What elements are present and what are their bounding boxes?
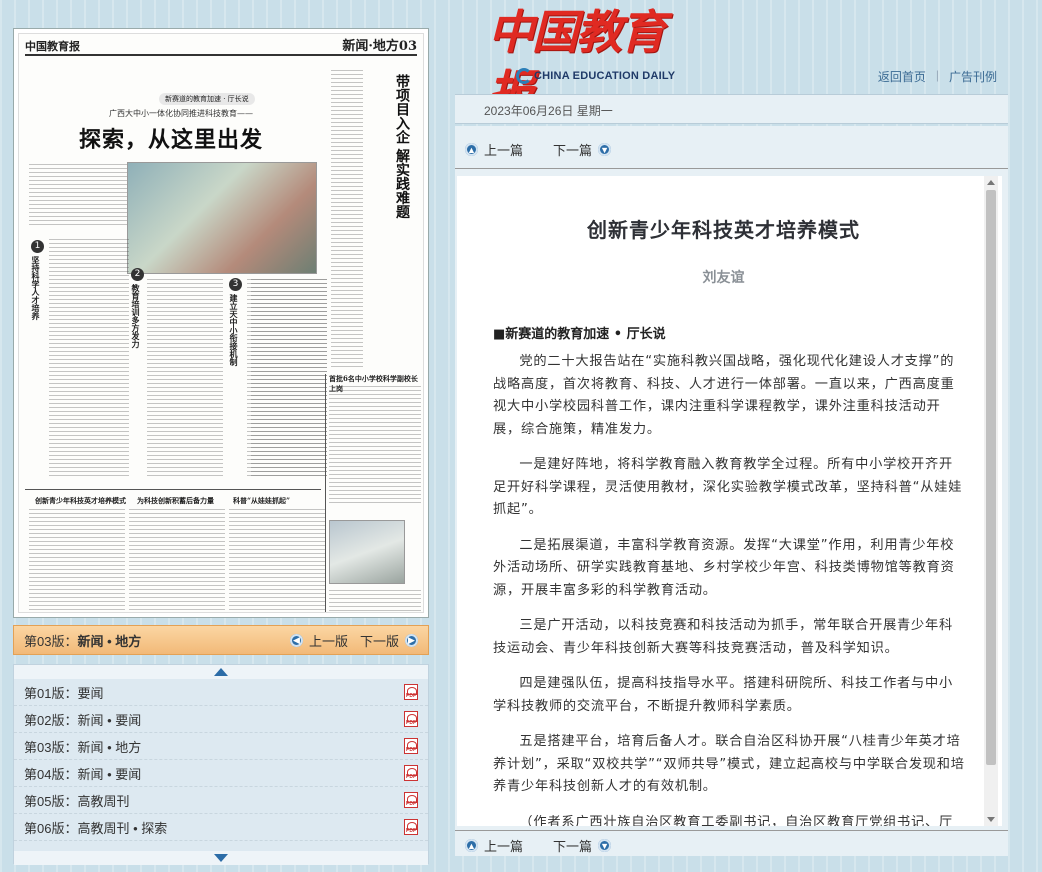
scrollbar-thumb[interactable] [986,190,996,765]
date-bar: 2023年06月26日 星期一 [455,94,1008,124]
scroll-up-arrow-icon[interactable] [987,180,995,185]
article-paragraph: （作者系广西壮族自治区教育工委副书记，自治区教育厅党组书记、厅长） [519,814,953,827]
page-list-item-label[interactable]: 第02版：新闻 • 要闻 [24,710,404,729]
scroll-down-arrow-icon[interactable] [987,817,995,822]
arrow-down-icon: ▼ [598,839,612,852]
triangle-up-icon [214,668,228,676]
paper-bottom-title-1[interactable]: 创新青少年科技英才培养模式 [35,496,126,506]
arrow-up-icon: ▲ [465,143,478,156]
article-author: 刘友谊 [702,270,745,286]
page-list-item[interactable]: 第06版：高教周刊 • 探索 PDF [14,814,428,841]
newspaper-page-thumbnail[interactable]: 中国教育报 新闻·地方03 新赛道的教育加速 · 厅长说 广西大中小一体化协同推… [13,28,429,618]
paper-side-photo [329,520,405,584]
paper-main-photo [127,162,317,274]
paper-kicker: 广西大中小一体化协同推进科技教育—— [109,109,253,118]
divider [455,168,1008,169]
article-paragraph: 四是建强队伍，提高科技指导水平。搭建科研院所、科技工作者与中小学科技教师的交流平… [493,676,953,714]
next-page-link[interactable]: 下一版 ▶ [360,631,418,650]
article-paragraph: 党的二十大报告站在“实施科教兴国战略，强化现代化建设人才支撑”的战略高度，首次将… [493,354,955,437]
page-list-item-label[interactable]: 第01版：要闻 [24,683,404,702]
page-list-item[interactable]: 第03版：新闻 • 地方 PDF [14,733,428,760]
article-nav-top: ▲ 上一篇 下一篇 ▼ [465,140,612,159]
divider [455,830,1008,831]
logo-english: CHINA EDUCATION DAILY [534,70,676,82]
newspaper-page-image[interactable]: 中国教育报 新闻·地方03 新赛道的教育加速 · 厅长说 广西大中小一体化协同推… [18,33,424,613]
page-list-item-label[interactable]: 第04版：新闻 • 要闻 [24,764,404,783]
paper-vertical-title[interactable]: 带项目入企 解实践难题 [391,74,411,219]
prev-page-link[interactable]: ◀ 上一版 [289,631,348,650]
home-link[interactable]: 返回首页 [878,68,926,85]
article-section-heading: ■新赛道的教育加速 • 厅长说 [493,327,666,342]
page-list-item-label[interactable]: 第05版：高教周刊 [24,791,404,810]
page-list-item[interactable]: 第04版：新闻 • 要闻 PDF [14,760,428,787]
masthead-logo[interactable]: 中国教育报 CHINA EDUCATION DAILY [488,2,688,119]
arrow-left-icon: ◀ [289,633,303,647]
prev-article-link[interactable]: ▲ 上一篇 [465,140,523,159]
paper-bottom-title-3[interactable]: 科普“从娃娃抓起” [233,496,290,506]
next-article-link[interactable]: 下一篇 ▼ [553,140,612,159]
paper-tag: 新赛道的教育加速 · 厅长说 [159,93,255,105]
pdf-icon[interactable]: PDF [404,738,418,754]
page-list-item-label[interactable]: 第03版：新闻 • 地方 [24,737,404,756]
arrow-up-icon: ▲ [465,839,478,852]
next-article-link-bottom[interactable]: 下一篇 ▼ [553,836,612,855]
pdf-icon[interactable]: PDF [404,765,418,781]
pdf-icon[interactable]: PDF [404,792,418,808]
page-list-item[interactable]: 第02版：新闻 • 要闻 PDF [14,706,428,733]
arrow-right-icon: ▶ [405,633,418,647]
article-nav-bottom: ▲ 上一篇 下一篇 ▼ [465,836,612,855]
article-title: 创新青少年科技英才培养模式 [587,218,860,242]
page-nav-bar: 第03版：新闻 • 地方 ◀ 上一版 下一版 ▶ [13,625,429,655]
page-list: 第01版：要闻 PDF 第02版：新闻 • 要闻 PDF 第03版：新闻 • 地方 PDF… [14,679,428,851]
article-scrollbar[interactable] [984,176,998,826]
article-box: 创新青少年科技英才培养模式 刘友谊 ■新赛道的教育加速 • 厅长说 党的二十大报… [457,176,1002,826]
page-list-scroll-down[interactable] [14,851,428,865]
pdf-icon[interactable]: PDF [404,684,418,700]
paper-headline[interactable]: 探索，从这里出发 [79,122,263,154]
article-content: 创新青少年科技英才培养模式 刘友谊 ■新赛道的教育加速 • 厅长说 党的二十大报… [457,176,982,826]
article-paragraph: 五是搭建平台，培育后备人才。联合自治区科协开展“八桂青少年英才培养计划”，采取“… [493,734,965,794]
page-list-item[interactable]: 第01版：要闻 PDF [14,679,428,706]
article-paragraph: 一是建好阵地，将科学教育融入教育教学全过程。所有中小学校开齐开足开好科学课程，灵… [493,457,963,517]
arrow-down-icon: ▼ [598,143,612,156]
page-list-item-label[interactable]: 第06版：高教周刊 • 探索 [24,818,404,837]
current-page-label: 第03版：新闻 • 地方 [24,633,142,649]
top-links: 返回首页 | 广告刊例 [877,68,997,85]
page-list-scroll-up[interactable] [14,665,428,679]
paper-section-label: 新闻·地方03 [342,39,417,54]
page-list-panel: 第01版：要闻 PDF 第02版：新闻 • 要闻 PDF 第03版：新闻 • 地方 PDF… [13,664,429,865]
article-paragraph: 三是广开活动，以科技竞赛和科技活动为抓手，常年联合开展青少年科技运动会、青少年科… [493,618,953,656]
pdf-icon[interactable]: PDF [404,819,418,835]
globe-logo-icon [516,68,532,84]
paper-header: 中国教育报 新闻·地方03 [25,38,417,56]
article-body: 党的二十大报告站在“实施科教兴国战略，强化现代化建设人才支撑”的战略高度，首次将… [493,351,966,826]
page-list-item[interactable]: 第05版：高教周刊 PDF [14,787,428,814]
triangle-down-icon [214,854,228,862]
date-text: 2023年06月26日 星期一 [484,104,613,118]
prev-article-link-bottom[interactable]: ▲ 上一篇 [465,836,523,855]
article-paragraph: 二是拓展渠道，丰富科学教育资源。发挥“大课堂”作用，利用青少年校外活动场所、研学… [493,537,955,598]
article-panel: ▲ 上一篇 下一篇 ▼ 创新青少年科技英才培养模式 刘友谊 ■新赛道的教育加速 • … [455,126,1008,856]
paper-bottom-title-2[interactable]: 为科技创新积蓄后备力量 [137,496,214,506]
ads-link[interactable]: 广告刊例 [949,68,997,85]
pdf-icon[interactable]: PDF [404,711,418,727]
paper-logo: 中国教育报 [25,40,80,53]
